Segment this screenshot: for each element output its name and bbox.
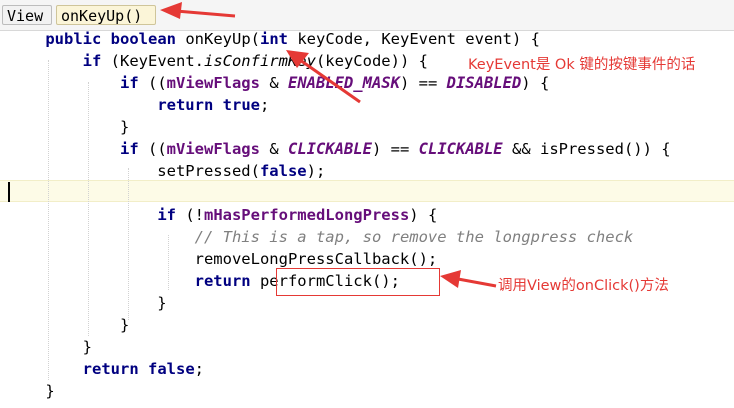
arrow-to-method-tab <box>160 2 236 19</box>
arrow-to-performclick <box>440 270 497 288</box>
annotation-arrows <box>160 2 497 288</box>
arrow-to-isconfirmkey <box>286 50 361 104</box>
